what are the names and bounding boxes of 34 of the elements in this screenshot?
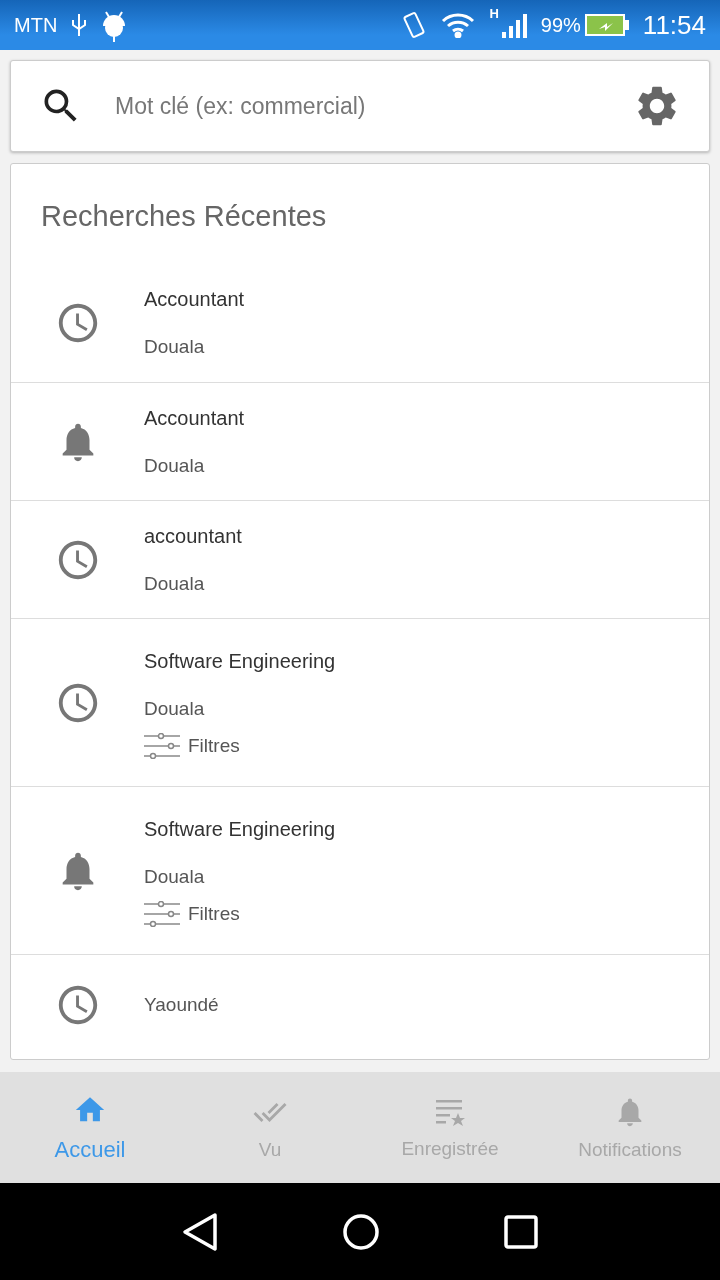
- search-history-row[interactable]: accountant Douala: [11, 500, 709, 618]
- vibrate-icon: [401, 11, 428, 39]
- search-history-row[interactable]: Software Engineering Douala Filtres: [11, 618, 709, 786]
- location-text: Douala: [144, 571, 206, 596]
- recents-icon[interactable]: [504, 1214, 538, 1249]
- wifi-icon: [441, 12, 476, 38]
- keyword-text: accountant: [144, 523, 242, 549]
- battery-icon: [584, 14, 629, 36]
- filters-label: Filtres: [188, 734, 240, 757]
- location-text: Douala: [144, 453, 206, 478]
- search-history-row[interactable]: Accountant Douala: [11, 382, 709, 500]
- section-title: Recherches Récentes: [40, 199, 328, 234]
- location-text: Yaoundé: [144, 992, 219, 1017]
- signal-icon: [500, 12, 527, 38]
- search-history-row[interactable]: Software Engineering Douala Filtres: [11, 786, 709, 954]
- location-text: Douala: [144, 335, 206, 359]
- usb-icon: [71, 12, 88, 38]
- keyword-text: Software Engineering: [144, 816, 336, 842]
- home-circle-icon[interactable]: [342, 1212, 380, 1251]
- search-history-row[interactable]: Accountant Douala: [11, 264, 709, 382]
- sliders-icon: [144, 732, 180, 759]
- search-history-row[interactable]: Yaoundé: [11, 954, 709, 1054]
- battery-percent: 99%: [540, 13, 581, 37]
- location-text: Douala: [144, 864, 206, 889]
- keyword-text: Accountant: [144, 287, 245, 312]
- network-type: H: [489, 6, 499, 21]
- carrier-name: MTN: [14, 13, 58, 37]
- back-icon[interactable]: [182, 1211, 218, 1252]
- keyword-text: Accountant: [144, 405, 245, 431]
- filters-label: Filtres: [188, 902, 240, 925]
- keyword-text: Software Engineering: [144, 648, 336, 674]
- clock-time: 11:54: [642, 9, 706, 41]
- sliders-icon: [144, 900, 180, 927]
- location-text: Douala: [144, 696, 206, 721]
